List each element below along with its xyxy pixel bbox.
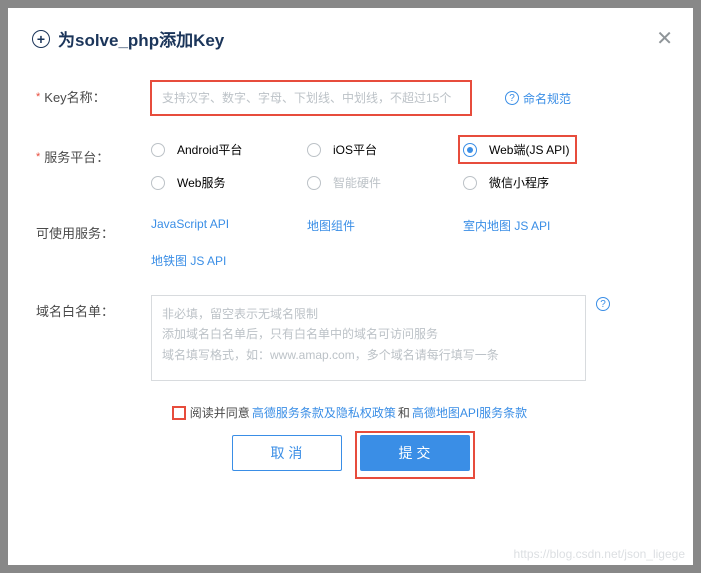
- plus-circle-icon: [32, 30, 50, 48]
- button-row: 取 消 提 交: [36, 435, 665, 471]
- radio-ios[interactable]: iOS平台: [307, 141, 463, 158]
- service-links: JavaScript API 地图组件 室内地图 JS API 地铁图 JS A…: [151, 217, 631, 269]
- row-whitelist: 域名白名单 ： ?: [36, 295, 665, 384]
- label-platform: * 服务平台 ：: [36, 141, 151, 166]
- label-whitelist: 域名白名单 ：: [36, 295, 151, 320]
- row-platform: * 服务平台 ： Android平台 iOS平台 Web端(JS API): [36, 141, 665, 191]
- submit-button[interactable]: 提 交: [360, 435, 470, 471]
- required-star-icon: *: [36, 151, 40, 163]
- form-body: * Key名称 ： ? 命名规范 * 服务平台 ： Andr: [8, 61, 693, 471]
- radio-wechat[interactable]: 微信小程序: [463, 174, 619, 191]
- add-key-modal: 为solve_php添加Key ✕ * Key名称 ： ? 命名规范 * 服务平…: [8, 8, 693, 565]
- radio-android[interactable]: Android平台: [151, 141, 307, 158]
- label-services: 可使用服务 ：: [36, 217, 151, 242]
- modal-header: 为solve_php添加Key ✕: [8, 8, 693, 61]
- input-col-key-name: ? 命名规范: [151, 81, 665, 115]
- radio-icon: [463, 143, 477, 157]
- terms-link-2[interactable]: 高德地图API服务条款: [412, 404, 527, 421]
- highlight-box: Web端(JS API): [458, 135, 577, 164]
- agreement-row: 阅读并同意 高德服务条款及隐私权政策 和 高德地图API服务条款: [36, 404, 665, 421]
- radio-icon: [463, 176, 477, 190]
- platform-radio-group: Android平台 iOS平台 Web端(JS API) Web服务: [151, 141, 631, 191]
- service-link-subway[interactable]: 地铁图 JS API: [151, 252, 307, 269]
- whitelist-textarea[interactable]: [151, 295, 586, 381]
- key-name-input[interactable]: [151, 81, 471, 115]
- radio-smarthw: 智能硬件: [307, 174, 463, 191]
- whitelist-wrap: ?: [151, 295, 586, 384]
- help-icon: ?: [505, 91, 519, 105]
- highlight-box: 提 交: [355, 431, 475, 479]
- row-key-name: * Key名称 ： ? 命名规范: [36, 81, 665, 115]
- modal-title: 为solve_php添加Key: [58, 26, 224, 51]
- terms-link-1[interactable]: 高德服务条款及隐私权政策: [252, 404, 396, 421]
- naming-help-link[interactable]: ? 命名规范: [505, 90, 571, 107]
- radio-webservice[interactable]: Web服务: [151, 174, 307, 191]
- radio-webjs[interactable]: Web端(JS API): [463, 141, 569, 158]
- required-star-icon: *: [36, 91, 40, 103]
- help-icon[interactable]: ?: [596, 297, 610, 311]
- radio-icon: [307, 176, 321, 190]
- label-key-name: * Key名称 ：: [36, 81, 151, 106]
- cancel-button[interactable]: 取 消: [232, 435, 342, 471]
- radio-icon: [151, 176, 165, 190]
- agree-checkbox[interactable]: [172, 406, 186, 420]
- radio-icon: [151, 143, 165, 157]
- radio-icon: [307, 143, 321, 157]
- close-button[interactable]: ✕: [656, 26, 673, 51]
- service-link-map-component[interactable]: 地图组件: [307, 217, 463, 234]
- service-link-indoor[interactable]: 室内地图 JS API: [463, 217, 619, 234]
- row-services: 可使用服务 ： JavaScript API 地图组件 室内地图 JS API …: [36, 217, 665, 269]
- service-link-js-api[interactable]: JavaScript API: [151, 217, 307, 234]
- watermark: https://blog.csdn.net/json_ligege: [514, 547, 685, 561]
